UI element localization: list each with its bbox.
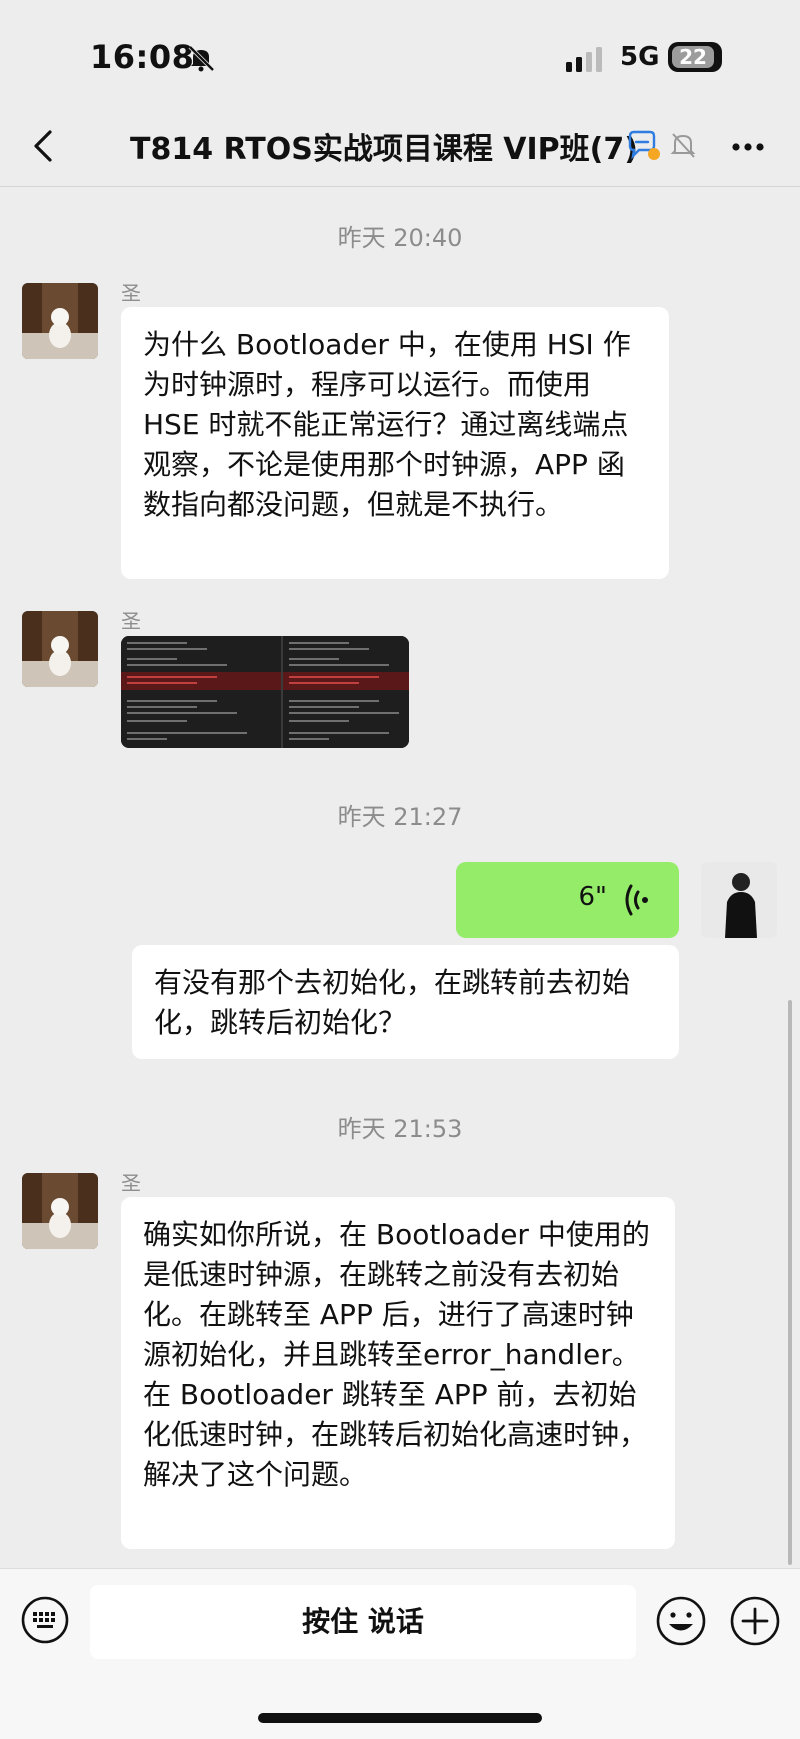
keyboard-icon[interactable] [20,1595,70,1645]
more-options-icon[interactable] [728,132,768,162]
sender-avatar[interactable] [22,283,98,359]
voice-duration: 6" [578,882,607,912]
message-timestamp: 昨天 21:53 [337,1115,463,1143]
dog-avatar-image [22,611,98,687]
message-bubble[interactable]: 有没有那个去初始化，在跳转前去初始化，跳转后初始化？ [132,945,679,1059]
sender-name: 圣 [121,281,141,305]
home-indicator [258,1713,542,1723]
signal-icon [566,47,602,72]
scrollbar[interactable] [788,1000,792,1565]
message-timestamp: 昨天 21:27 [337,803,463,831]
bell-off-icon [188,45,215,72]
battery-icon: 22 [668,42,722,72]
dog-avatar-image [22,283,98,359]
status-bar: 16:08 5G 22 [0,0,800,110]
input-bar: 按住 说话 [0,1568,800,1739]
plus-icon[interactable] [729,1595,781,1647]
sender-avatar[interactable] [22,1173,98,1249]
mute-notification-icon [670,133,696,158]
code-diff-thumbnail [121,636,409,748]
status-time: 16:08 [90,38,195,76]
sender-name: 圣 [121,1171,141,1195]
voice-message-bubble[interactable]: 6" [456,862,679,938]
message-bubble[interactable]: 为什么 Bootloader 中，在使用 HSI 作为时钟源时，程序可以运行。而… [121,307,669,579]
message-timestamp: 昨天 20:40 [337,224,463,252]
chat-title[interactable]: T814 RTOS实战项目课程 VIP班(7) [130,124,638,168]
network-type: 5G [620,42,660,72]
my-avatar[interactable] [701,862,777,938]
emoji-icon[interactable] [655,1595,707,1647]
code-screenshot-image[interactable] [121,636,409,748]
hold-to-talk-button[interactable]: 按住 说话 [90,1585,636,1659]
group-chat-icon [628,130,660,160]
battery-level: 22 [672,46,714,68]
sender-avatar[interactable] [22,611,98,687]
chat-header: T814 RTOS实战项目课程 VIP班(7) [0,110,800,187]
voice-wave-icon [625,884,648,916]
back-arrow-icon[interactable] [28,126,58,166]
dog-avatar-image [22,1173,98,1249]
sender-name: 圣 [121,609,141,633]
message-bubble[interactable]: 确实如你所说，在 Bootloader 中使用的是低速时钟源，在跳转之前没有去初… [121,1197,675,1549]
man-avatar-image [701,862,777,938]
